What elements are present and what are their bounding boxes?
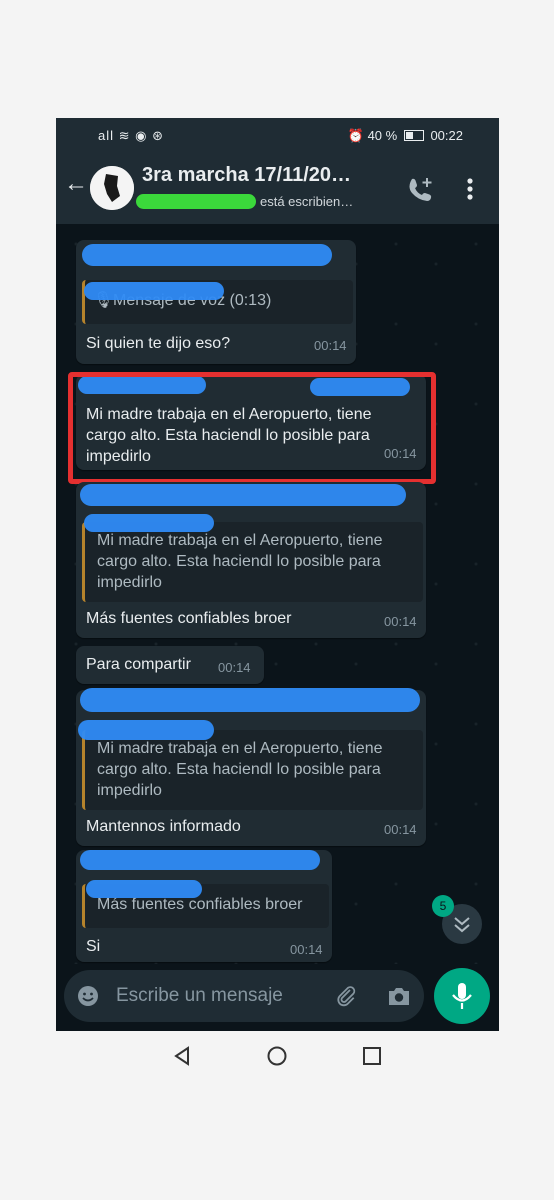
message-text: Para compartir (86, 656, 191, 673)
nav-home-icon[interactable] (266, 1045, 288, 1067)
status-right: ⏰ 40 % 00:22 (348, 128, 463, 144)
paperclip-icon[interactable] (334, 984, 358, 1008)
redacted-sender (80, 688, 420, 712)
more-vert-icon[interactable] (460, 174, 480, 204)
message-list[interactable]: 🎙 Mensaje de voz (0:13) Si quien te dijo… (56, 224, 499, 964)
redacted-quote-author (84, 514, 214, 532)
status-bar: all ≋ ◉ ⊛ ⏰ 40 % 00:22 (56, 118, 499, 154)
quoted-text: Mi madre trabaja en el Aeropuerto, tiene… (97, 532, 383, 591)
message-text: Si (86, 938, 101, 955)
nav-recents-icon[interactable] (362, 1046, 382, 1066)
quoted-text: Mi madre trabaja en el Aeropuerto, tiene… (97, 740, 383, 799)
system-nav-bar (0, 1031, 554, 1091)
redacted-sender (80, 850, 320, 870)
avatar-logo (90, 166, 134, 210)
add-call-icon[interactable] (406, 174, 436, 204)
redacted-sender (80, 484, 406, 506)
clock: 00:22 (430, 128, 463, 143)
emoji-icon[interactable] (76, 984, 100, 1008)
redacted-name (136, 194, 256, 209)
whatsapp-screen: all ≋ ◉ ⊛ ⏰ 40 % 00:22 ← 3ra marcha 17/1… (56, 118, 499, 1031)
chat-header: ← 3ra marcha 17/11/20… está escribien… (56, 154, 499, 224)
chat-title[interactable]: 3ra marcha 17/11/20… (142, 164, 351, 187)
typing-status-text: está escribien… (260, 194, 354, 209)
battery-indicator: ⏰ 40 % (347, 128, 398, 143)
battery-icon (403, 130, 424, 141)
unread-badge: 5 (432, 895, 454, 917)
group-avatar[interactable] (90, 166, 134, 210)
voice-record-button[interactable] (434, 968, 490, 1024)
camera-icon[interactable] (386, 984, 412, 1008)
phone-frame: all ≋ ◉ ⊛ ⏰ 40 % 00:22 ← 3ra marcha 17/1… (0, 0, 554, 1200)
message-time: 00:14 (290, 942, 323, 957)
quoted-message[interactable]: Mi madre trabaja en el Aeropuerto, tiene… (82, 522, 423, 602)
redacted-quote-author (86, 880, 202, 898)
quoted-message[interactable]: Mi madre trabaja en el Aeropuerto, tiene… (82, 730, 423, 810)
message-bubble[interactable]: Para compartir 00:14 (76, 646, 264, 684)
mic-icon (452, 983, 472, 1009)
signal-indicators: all ≋ ◉ ⊛ (98, 128, 164, 143)
highlight-box (68, 372, 436, 484)
redacted-quote-author (84, 282, 224, 300)
redacted-sender (82, 244, 332, 266)
message-input[interactable]: Escribe un mensaje (64, 970, 424, 1022)
message-bubble[interactable]: Mi madre trabaja en el Aeropuerto, tiene… (76, 690, 426, 846)
message-time: 00:14 (218, 660, 251, 675)
composer-bar: Escribe un mensaje (56, 964, 499, 1031)
message-time: 00:14 (314, 338, 347, 353)
nav-back-icon[interactable] (172, 1045, 192, 1067)
redacted-quote-author (78, 720, 214, 740)
message-placeholder: Escribe un mensaje (116, 985, 283, 1006)
message-text: Mantennos informado (86, 818, 241, 835)
message-text: Si quien te dijo eso? (86, 335, 231, 352)
typing-status: está escribien… (260, 194, 353, 209)
message-time: 00:14 (384, 822, 417, 837)
message-time: 00:14 (384, 614, 417, 629)
message-text: Más fuentes confiables broer (86, 610, 292, 627)
arrow-left-icon[interactable]: ← (64, 170, 88, 198)
